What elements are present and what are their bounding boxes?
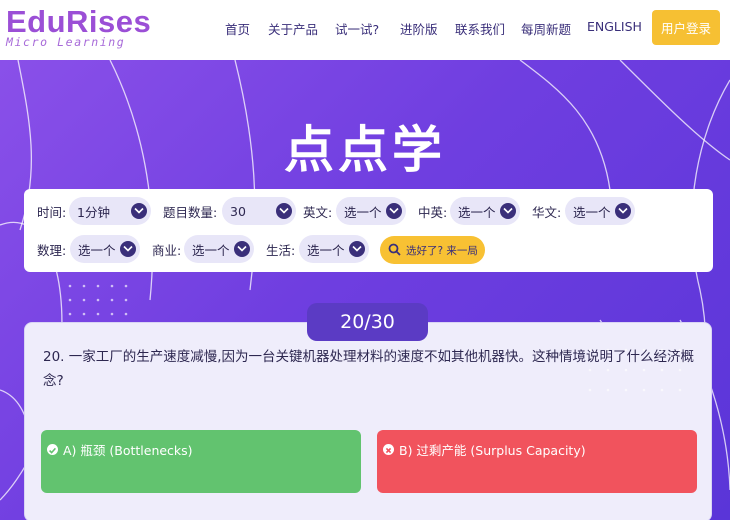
brand-name: EduRises	[6, 4, 152, 39]
filter-label-business: 商业:	[152, 243, 182, 258]
filter-label-english: 英文:	[303, 205, 333, 220]
brand-logo[interactable]: EduRises Micro Learning	[6, 4, 152, 50]
question-count-select[interactable]: 30	[222, 197, 296, 225]
hero-title: 点点学	[284, 121, 446, 179]
life-select[interactable]: 选一个	[299, 235, 369, 263]
x-circle-icon	[383, 444, 394, 455]
search-icon	[388, 243, 401, 256]
life-select-value: 选一个	[307, 242, 345, 258]
cn-en-select[interactable]: 选一个	[450, 197, 520, 225]
chevron-down-icon	[234, 241, 250, 257]
filter-label-time: 时间:	[37, 205, 67, 220]
filter-label-math: 数理:	[37, 243, 67, 258]
nav-item-advanced[interactable]: 进阶版	[400, 19, 438, 38]
english-select[interactable]: 选一个	[336, 197, 406, 225]
dot-pattern-right	[588, 348, 682, 392]
filter-label-chinese: 华文:	[532, 205, 562, 220]
quiz-filter-panel: 时间: 1分钟 题目数量: 30 英文: 选一个 中英: 选一个 华文: 选一个…	[24, 189, 713, 272]
business-select[interactable]: 选一个	[184, 235, 254, 263]
math-select[interactable]: 选一个	[70, 235, 140, 263]
answer-option-b-label: B) 过剩产能 (Surplus Capacity)	[399, 443, 586, 458]
time-select-value: 1分钟	[77, 204, 110, 220]
top-header: EduRises Micro Learning 首页 关于产品 试一试? 进阶版…	[0, 0, 730, 60]
nav-item-home[interactable]: 首页	[225, 19, 250, 38]
filter-label-cn-en: 中英:	[418, 205, 448, 220]
check-circle-icon	[47, 444, 58, 455]
chevron-down-icon	[386, 203, 402, 219]
math-select-value: 选一个	[78, 242, 116, 258]
chevron-down-icon	[615, 203, 631, 219]
chevron-down-icon	[349, 241, 365, 257]
filter-label-count: 题目数量:	[163, 205, 218, 220]
answer-option-a-label: A) 瓶颈 (Bottlenecks)	[63, 443, 193, 458]
english-select-value: 选一个	[344, 204, 382, 220]
chinese-select[interactable]: 选一个	[565, 197, 635, 225]
chevron-down-icon	[131, 203, 147, 219]
start-quiz-label: 选好了? 来一局	[406, 244, 478, 257]
chevron-down-icon	[500, 203, 516, 219]
answer-option-a[interactable]: A) 瓶颈 (Bottlenecks)	[41, 430, 361, 493]
question-count-value: 30	[230, 203, 246, 219]
nav-item-weekly[interactable]: 每周新题	[521, 19, 571, 38]
chevron-down-icon	[276, 203, 292, 219]
time-select[interactable]: 1分钟	[69, 197, 151, 225]
cn-en-select-value: 选一个	[458, 204, 496, 220]
business-select-value: 选一个	[192, 242, 230, 258]
chevron-down-icon	[120, 241, 136, 257]
chinese-select-value: 选一个	[573, 204, 611, 220]
nav-item-english[interactable]: ENGLISH	[587, 19, 642, 34]
filter-label-life: 生活:	[266, 243, 296, 258]
nav-item-try[interactable]: 试一试?	[335, 19, 379, 38]
nav-item-contact[interactable]: 联系我们	[455, 19, 505, 38]
start-quiz-button[interactable]: 选好了? 来一局	[380, 236, 485, 264]
question-counter: 20/30	[307, 303, 428, 341]
hero-section: 点点学 时间: 1分钟 题目数量: 30 英文: 选一个 中英: 选一个 华文:…	[0, 60, 730, 520]
nav-item-about[interactable]: 关于产品	[268, 19, 318, 38]
login-button[interactable]: 用户登录	[652, 10, 720, 45]
